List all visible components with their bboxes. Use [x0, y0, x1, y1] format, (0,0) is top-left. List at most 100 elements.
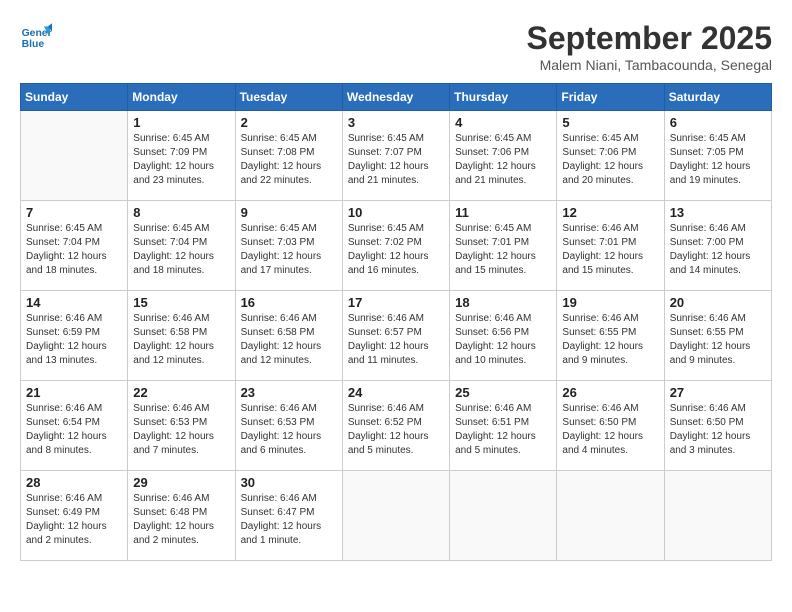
week-row-2: 7 Sunrise: 6:45 AM Sunset: 7:04 PM Daylig… [21, 201, 772, 291]
day-number: 17 [348, 295, 444, 310]
calendar-cell: 30 Sunrise: 6:46 AM Sunset: 6:47 PM Dayli… [235, 471, 342, 561]
day-info: Sunrise: 6:45 AM Sunset: 7:09 PM Dayligh… [133, 132, 229, 188]
calendar-cell: 9 Sunrise: 6:45 AM Sunset: 7:03 PM Daylig… [235, 201, 342, 291]
day-number: 11 [455, 205, 551, 220]
location: Malem Niani, Tambacounda, Senegal [527, 57, 772, 73]
day-number: 27 [670, 385, 766, 400]
calendar-cell [557, 471, 664, 561]
page-header: General Blue September 2025 Malem Niani,… [20, 20, 772, 73]
day-number: 15 [133, 295, 229, 310]
day-info: Sunrise: 6:45 AM Sunset: 7:06 PM Dayligh… [455, 132, 551, 188]
day-number: 29 [133, 475, 229, 490]
day-number: 19 [562, 295, 658, 310]
weekday-friday: Friday [557, 84, 664, 111]
day-info: Sunrise: 6:45 AM Sunset: 7:05 PM Dayligh… [670, 132, 766, 188]
day-info: Sunrise: 6:45 AM Sunset: 7:06 PM Dayligh… [562, 132, 658, 188]
calendar-cell: 3 Sunrise: 6:45 AM Sunset: 7:07 PM Daylig… [342, 111, 449, 201]
day-number: 3 [348, 115, 444, 130]
calendar-cell: 24 Sunrise: 6:46 AM Sunset: 6:52 PM Dayli… [342, 381, 449, 471]
calendar-cell: 25 Sunrise: 6:46 AM Sunset: 6:51 PM Dayli… [450, 381, 557, 471]
day-info: Sunrise: 6:45 AM Sunset: 7:01 PM Dayligh… [455, 222, 551, 278]
day-info: Sunrise: 6:46 AM Sunset: 6:50 PM Dayligh… [670, 402, 766, 458]
calendar-cell: 10 Sunrise: 6:45 AM Sunset: 7:02 PM Dayli… [342, 201, 449, 291]
calendar-cell: 13Sunrise: 6:46 AM Sunset: 7:00 PM Dayli… [664, 201, 771, 291]
day-number: 23 [241, 385, 337, 400]
day-info: Sunrise: 6:45 AM Sunset: 7:08 PM Dayligh… [241, 132, 337, 188]
calendar-cell [21, 111, 128, 201]
day-number: 1 [133, 115, 229, 130]
week-row-1: 1 Sunrise: 6:45 AM Sunset: 7:09 PM Daylig… [21, 111, 772, 201]
logo: General Blue [20, 20, 52, 52]
day-info: Sunrise: 6:46 AM Sunset: 6:58 PM Dayligh… [133, 312, 229, 368]
calendar-cell: 27 Sunrise: 6:46 AM Sunset: 6:50 PM Dayli… [664, 381, 771, 471]
day-info: Sunrise: 6:46 AM Sunset: 6:57 PM Dayligh… [348, 312, 444, 368]
day-info: Sunrise: 6:46 AM Sunset: 6:51 PM Dayligh… [455, 402, 551, 458]
week-row-4: 21 Sunrise: 6:46 AM Sunset: 6:54 PM Dayli… [21, 381, 772, 471]
calendar-cell: 11 Sunrise: 6:45 AM Sunset: 7:01 PM Dayli… [450, 201, 557, 291]
day-info: Sunrise: 6:46 AM Sunset: 6:48 PM Dayligh… [133, 492, 229, 548]
calendar-cell: 5 Sunrise: 6:45 AM Sunset: 7:06 PM Daylig… [557, 111, 664, 201]
calendar-cell: 17 Sunrise: 6:46 AM Sunset: 6:57 PM Dayli… [342, 291, 449, 381]
calendar-table: SundayMondayTuesdayWednesdayThursdayFrid… [20, 83, 772, 561]
weekday-monday: Monday [128, 84, 235, 111]
day-info: Sunrise: 6:46 AM Sunset: 6:50 PM Dayligh… [562, 402, 658, 458]
day-info: Sunrise: 6:45 AM Sunset: 7:02 PM Dayligh… [348, 222, 444, 278]
day-info: Sunrise: 6:45 AM Sunset: 7:07 PM Dayligh… [348, 132, 444, 188]
calendar-body: 1 Sunrise: 6:45 AM Sunset: 7:09 PM Daylig… [21, 111, 772, 561]
calendar-cell: 18Sunrise: 6:46 AM Sunset: 6:56 PM Dayli… [450, 291, 557, 381]
day-info: Sunrise: 6:46 AM Sunset: 6:56 PM Dayligh… [455, 312, 551, 368]
weekday-thursday: Thursday [450, 84, 557, 111]
week-row-5: 28 Sunrise: 6:46 AM Sunset: 6:49 PM Dayli… [21, 471, 772, 561]
day-info: Sunrise: 6:46 AM Sunset: 6:52 PM Dayligh… [348, 402, 444, 458]
day-info: Sunrise: 6:46 AM Sunset: 7:00 PM Dayligh… [670, 222, 766, 278]
calendar-cell [450, 471, 557, 561]
calendar-cell: 21 Sunrise: 6:46 AM Sunset: 6:54 PM Dayli… [21, 381, 128, 471]
day-number: 8 [133, 205, 229, 220]
calendar-cell: 28 Sunrise: 6:46 AM Sunset: 6:49 PM Dayli… [21, 471, 128, 561]
calendar-cell: 29 Sunrise: 6:46 AM Sunset: 6:48 PM Dayli… [128, 471, 235, 561]
calendar-cell: 1 Sunrise: 6:45 AM Sunset: 7:09 PM Daylig… [128, 111, 235, 201]
day-number: 12 [562, 205, 658, 220]
day-number: 9 [241, 205, 337, 220]
calendar-cell [342, 471, 449, 561]
day-info: Sunrise: 6:45 AM Sunset: 7:04 PM Dayligh… [26, 222, 122, 278]
day-info: Sunrise: 6:46 AM Sunset: 6:53 PM Dayligh… [241, 402, 337, 458]
week-row-3: 14Sunrise: 6:46 AM Sunset: 6:59 PM Dayli… [21, 291, 772, 381]
calendar-cell: 4Sunrise: 6:45 AM Sunset: 7:06 PM Daylig… [450, 111, 557, 201]
day-number: 5 [562, 115, 658, 130]
day-info: Sunrise: 6:46 AM Sunset: 6:59 PM Dayligh… [26, 312, 122, 368]
day-number: 20 [670, 295, 766, 310]
day-number: 22 [133, 385, 229, 400]
day-info: Sunrise: 6:46 AM Sunset: 6:53 PM Dayligh… [133, 402, 229, 458]
day-number: 26 [562, 385, 658, 400]
day-info: Sunrise: 6:46 AM Sunset: 6:47 PM Dayligh… [241, 492, 337, 548]
calendar-cell: 19 Sunrise: 6:46 AM Sunset: 6:55 PM Dayli… [557, 291, 664, 381]
day-number: 30 [241, 475, 337, 490]
weekday-wednesday: Wednesday [342, 84, 449, 111]
day-info: Sunrise: 6:46 AM Sunset: 6:55 PM Dayligh… [670, 312, 766, 368]
day-info: Sunrise: 6:46 AM Sunset: 6:55 PM Dayligh… [562, 312, 658, 368]
calendar-cell: 20 Sunrise: 6:46 AM Sunset: 6:55 PM Dayli… [664, 291, 771, 381]
day-info: Sunrise: 6:45 AM Sunset: 7:03 PM Dayligh… [241, 222, 337, 278]
day-number: 10 [348, 205, 444, 220]
day-number: 28 [26, 475, 122, 490]
calendar-cell: 7 Sunrise: 6:45 AM Sunset: 7:04 PM Daylig… [21, 201, 128, 291]
weekday-saturday: Saturday [664, 84, 771, 111]
calendar-cell: 26 Sunrise: 6:46 AM Sunset: 6:50 PM Dayli… [557, 381, 664, 471]
calendar-cell: 12Sunrise: 6:46 AM Sunset: 7:01 PM Dayli… [557, 201, 664, 291]
calendar-cell: 23 Sunrise: 6:46 AM Sunset: 6:53 PM Dayli… [235, 381, 342, 471]
day-number: 16 [241, 295, 337, 310]
weekday-header-row: SundayMondayTuesdayWednesdayThursdayFrid… [21, 84, 772, 111]
day-number: 21 [26, 385, 122, 400]
day-info: Sunrise: 6:46 AM Sunset: 6:49 PM Dayligh… [26, 492, 122, 548]
day-number: 2 [241, 115, 337, 130]
month-title: September 2025 [527, 20, 772, 57]
day-number: 25 [455, 385, 551, 400]
day-info: Sunrise: 6:46 AM Sunset: 6:54 PM Dayligh… [26, 402, 122, 458]
calendar-cell: 15 Sunrise: 6:46 AM Sunset: 6:58 PM Dayli… [128, 291, 235, 381]
day-info: Sunrise: 6:46 AM Sunset: 6:58 PM Dayligh… [241, 312, 337, 368]
svg-text:Blue: Blue [22, 39, 45, 50]
day-number: 7 [26, 205, 122, 220]
weekday-tuesday: Tuesday [235, 84, 342, 111]
day-number: 24 [348, 385, 444, 400]
